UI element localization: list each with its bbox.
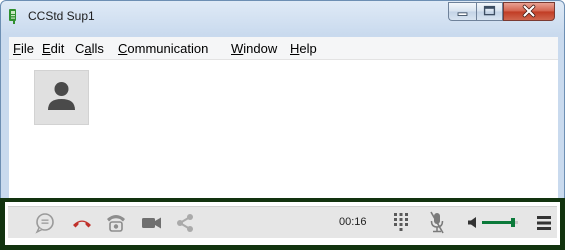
dialpad-icon[interactable]	[390, 207, 412, 238]
microphone-muted-icon[interactable]	[426, 207, 448, 238]
volume-slider[interactable]	[482, 207, 522, 238]
hang-up-icon[interactable]	[70, 207, 94, 238]
close-button[interactable]	[503, 2, 555, 21]
window-title: CCStd Sup1	[28, 9, 95, 23]
maximize-button[interactable]	[476, 2, 503, 21]
menu-window[interactable]: Window	[231, 41, 277, 56]
menu-edit[interactable]: Edit	[42, 41, 64, 56]
title-bar[interactable]: CCStd Sup1	[1, 1, 564, 31]
menu-calls[interactable]: Calls	[75, 41, 104, 56]
menu-file[interactable]: File	[13, 41, 34, 56]
volume-icon[interactable]	[466, 207, 480, 238]
minimize-icon	[457, 12, 468, 16]
video-camera-icon[interactable]	[140, 207, 164, 238]
menu-icon[interactable]	[535, 207, 553, 238]
person-icon	[48, 82, 75, 110]
share-icon[interactable]	[174, 207, 196, 238]
participant-avatar[interactable]	[34, 70, 89, 125]
conversation-area	[9, 60, 558, 199]
maximize-icon	[483, 5, 496, 16]
menu-communication[interactable]: Communication	[118, 41, 208, 56]
minimize-button[interactable]	[448, 2, 476, 21]
app-icon	[9, 9, 16, 24]
call-controls-highlight: 00:16	[0, 198, 565, 250]
menu-bar: File Edit Calls Communication Window Hel…	[9, 37, 558, 60]
chat-icon[interactable]	[34, 207, 56, 238]
menu-help[interactable]: Help	[290, 41, 317, 56]
call-toolbar: 00:16	[8, 206, 557, 238]
close-icon	[522, 4, 536, 18]
call-timer: 00:16	[339, 216, 367, 228]
phone-icon[interactable]	[104, 207, 128, 238]
